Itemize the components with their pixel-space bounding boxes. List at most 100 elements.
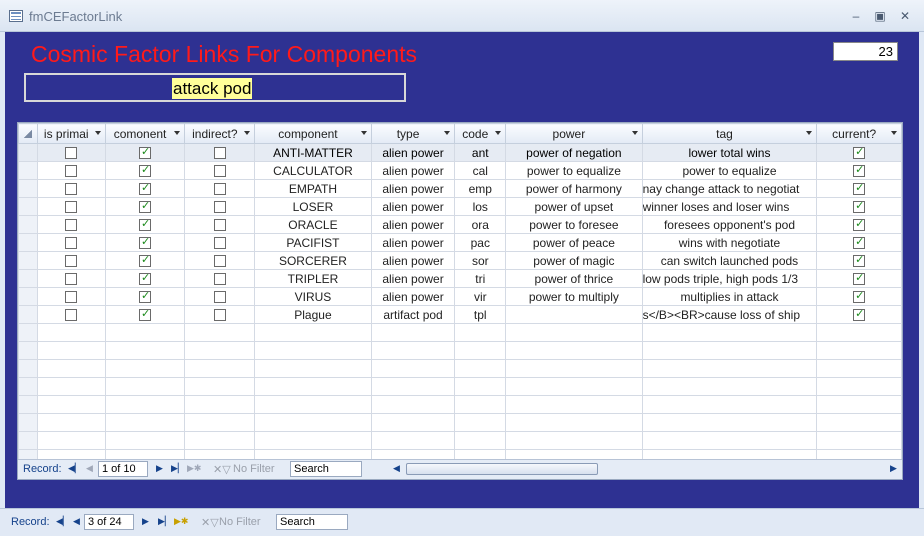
indirect-checkbox[interactable] bbox=[213, 165, 226, 178]
column-header-is-primary[interactable]: is primai bbox=[36, 123, 106, 144]
row-selector[interactable] bbox=[18, 197, 38, 216]
is-primary-checkbox[interactable] bbox=[65, 273, 78, 286]
first-record-icon[interactable]: ◀▏ bbox=[68, 463, 82, 474]
main-no-filter-button[interactable]: No Filter bbox=[219, 516, 261, 528]
comonent-checkbox[interactable] bbox=[139, 163, 152, 178]
code-cell[interactable]: cal bbox=[454, 161, 507, 180]
first-record-icon[interactable]: ◀▏ bbox=[56, 516, 70, 527]
type-cell[interactable]: alien power bbox=[370, 251, 456, 270]
column-header-comonent[interactable]: comonent bbox=[104, 123, 186, 144]
type-cell[interactable]: alien power bbox=[370, 233, 456, 252]
scroll-left-icon[interactable]: ◀ bbox=[393, 463, 400, 474]
component-cell[interactable]: CALCULATOR bbox=[254, 161, 372, 180]
current-checkbox[interactable] bbox=[853, 253, 866, 268]
row-selector[interactable] bbox=[18, 305, 38, 324]
code-cell[interactable]: tpl bbox=[454, 305, 507, 324]
current-checkbox[interactable] bbox=[853, 145, 866, 160]
prev-record-icon[interactable]: ◀ bbox=[86, 463, 93, 474]
indirect-checkbox[interactable] bbox=[213, 183, 226, 196]
comonent-checkbox[interactable] bbox=[139, 307, 152, 322]
component-cell[interactable]: LOSER bbox=[254, 197, 372, 216]
table-row[interactable]: PACIFISTalien powerpacpower of peacewins… bbox=[18, 233, 902, 252]
column-header-type[interactable]: type bbox=[370, 123, 456, 144]
table-row[interactable]: LOSERalien powerlospower of upsetwinner … bbox=[18, 197, 902, 216]
subform-search-input[interactable]: Search bbox=[290, 461, 362, 477]
scroll-right-icon[interactable]: ▶ bbox=[890, 463, 897, 474]
chevron-down-icon[interactable] bbox=[94, 131, 101, 135]
is-primary-checkbox[interactable] bbox=[65, 201, 78, 214]
row-selector[interactable] bbox=[18, 287, 38, 306]
table-row[interactable]: ANTI-MATTERalien powerantpower of negati… bbox=[18, 143, 902, 162]
is-primary-checkbox[interactable] bbox=[65, 183, 78, 196]
factor-name-field[interactable]: attack pod bbox=[24, 73, 406, 102]
scroll-thumb[interactable] bbox=[406, 463, 598, 475]
component-cell[interactable]: Plague bbox=[254, 305, 372, 324]
component-cell[interactable]: TRIPLER bbox=[254, 269, 372, 288]
tag-cell[interactable]: multiplies in attack bbox=[641, 287, 818, 306]
comonent-checkbox[interactable] bbox=[139, 235, 152, 250]
chevron-down-icon[interactable] bbox=[174, 131, 181, 135]
row-selector[interactable] bbox=[18, 269, 38, 288]
table-row[interactable]: TRIPLERalien powertripower of thricelow … bbox=[18, 269, 902, 288]
tag-cell[interactable]: nay change attack to negotiat bbox=[641, 179, 818, 198]
tag-cell[interactable]: wins with negotiate bbox=[641, 233, 818, 252]
indirect-checkbox[interactable] bbox=[213, 309, 226, 322]
indirect-checkbox[interactable] bbox=[213, 201, 226, 214]
horizontal-scrollbar[interactable]: ◀ ▶ bbox=[390, 461, 902, 477]
current-checkbox[interactable] bbox=[853, 307, 866, 322]
indirect-checkbox[interactable] bbox=[213, 255, 226, 268]
current-checkbox[interactable] bbox=[853, 181, 866, 196]
code-cell[interactable]: ora bbox=[454, 215, 507, 234]
indirect-checkbox[interactable] bbox=[213, 237, 226, 250]
power-cell[interactable]: power to equalize bbox=[505, 161, 643, 180]
maximize-icon[interactable]: ▣ bbox=[870, 7, 890, 25]
column-header-code[interactable]: code bbox=[454, 123, 507, 144]
comonent-checkbox[interactable] bbox=[139, 271, 152, 286]
is-primary-checkbox[interactable] bbox=[65, 255, 78, 268]
tag-cell[interactable]: low pods triple, high pods 1/3 bbox=[641, 269, 818, 288]
tag-cell[interactable]: winner loses and loser wins bbox=[641, 197, 818, 216]
new-record-icon[interactable]: ▶✱ bbox=[174, 516, 188, 527]
power-cell[interactable]: power to multiply bbox=[505, 287, 643, 306]
code-cell[interactable]: pac bbox=[454, 233, 507, 252]
power-cell[interactable]: power to foresee bbox=[505, 215, 643, 234]
current-checkbox[interactable] bbox=[853, 199, 866, 214]
new-record-icon[interactable]: ▶✱ bbox=[187, 463, 201, 474]
column-header-current[interactable]: current? bbox=[816, 123, 902, 144]
column-header-component[interactable]: component bbox=[254, 123, 372, 144]
tag-cell[interactable]: foresees opponent's pod bbox=[641, 215, 818, 234]
type-cell[interactable]: alien power bbox=[370, 269, 456, 288]
comonent-checkbox[interactable] bbox=[139, 145, 152, 160]
chevron-down-icon[interactable] bbox=[495, 131, 502, 135]
comonent-checkbox[interactable] bbox=[139, 199, 152, 214]
is-primary-checkbox[interactable] bbox=[65, 291, 78, 304]
column-header-indirect[interactable]: indirect? bbox=[184, 123, 256, 144]
table-row[interactable]: EMPATHalien poweremppower of harmonynay … bbox=[18, 179, 902, 198]
code-cell[interactable]: vir bbox=[454, 287, 507, 306]
power-cell[interactable]: power of peace bbox=[505, 233, 643, 252]
type-cell[interactable]: alien power bbox=[370, 287, 456, 306]
current-checkbox[interactable] bbox=[853, 163, 866, 178]
row-selector[interactable] bbox=[18, 251, 38, 270]
main-record-input[interactable]: 3 of 24 bbox=[84, 514, 134, 530]
is-primary-checkbox[interactable] bbox=[65, 219, 78, 232]
chevron-down-icon[interactable] bbox=[444, 131, 451, 135]
chevron-down-icon[interactable] bbox=[631, 131, 638, 135]
current-checkbox[interactable] bbox=[853, 289, 866, 304]
comonent-checkbox[interactable] bbox=[139, 253, 152, 268]
code-cell[interactable]: sor bbox=[454, 251, 507, 270]
next-record-icon[interactable]: ▶ bbox=[156, 463, 163, 474]
current-checkbox[interactable] bbox=[853, 217, 866, 232]
table-row[interactable]: ORACLEalien powerorapower to foreseefore… bbox=[18, 215, 902, 234]
component-cell[interactable]: EMPATH bbox=[254, 179, 372, 198]
tag-cell[interactable]: can switch launched pods bbox=[641, 251, 818, 270]
is-primary-checkbox[interactable] bbox=[65, 147, 78, 160]
last-record-icon[interactable]: ▶▏ bbox=[171, 463, 185, 474]
type-cell[interactable]: alien power bbox=[370, 215, 456, 234]
table-row[interactable]: Plagueartifact podtpl s</B><BR>cause loss… bbox=[18, 305, 902, 324]
code-cell[interactable]: ant bbox=[454, 143, 507, 162]
tag-cell[interactable]: s</B><BR>cause loss of ship bbox=[641, 305, 818, 324]
indirect-checkbox[interactable] bbox=[213, 219, 226, 232]
power-cell[interactable]: power of harmony bbox=[505, 179, 643, 198]
minimize-icon[interactable]: – bbox=[846, 7, 866, 25]
